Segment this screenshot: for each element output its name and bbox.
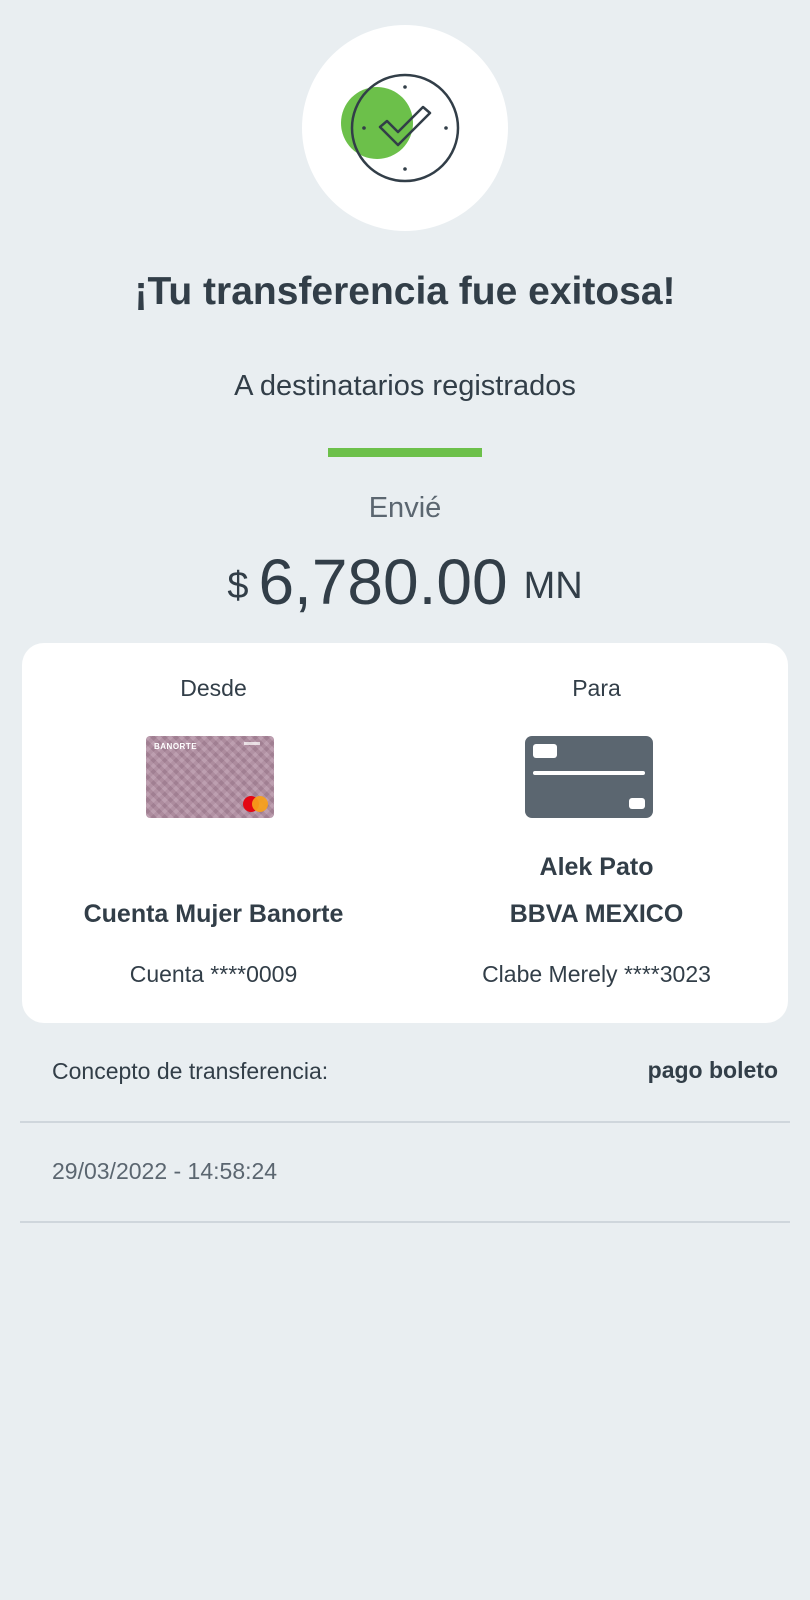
concept-row: Concepto de transferencia: pago boleto (20, 1023, 790, 1123)
transfer-datetime: 29/03/2022 - 14:58:24 (52, 1158, 278, 1184)
datetime-row: 29/03/2022 - 14:58:24 (20, 1123, 790, 1223)
banorte-card-icon: BANORTE (146, 736, 274, 818)
accent-divider (328, 448, 482, 457)
recipient-account-number: Clabe Merely ****3023 (482, 961, 711, 987)
success-check-clock-icon (341, 73, 460, 183)
to-label: Para (572, 675, 621, 701)
currency-code: MN (523, 565, 583, 607)
page-title: ¡Tu transferencia fue exitosa! (134, 270, 676, 313)
recipient-bank: BBVA MEXICO (509, 900, 684, 928)
to-column: Para Alek Pato BBVA MEXICO Clabe Merely … (405, 643, 788, 1023)
mastercard-orange-circle (252, 796, 268, 812)
concept-value: pago boleto (647, 1057, 778, 1083)
transfer-summary-card: Desde BANORTE Cuenta Mujer Banorte Cuent… (22, 643, 788, 1023)
currency-symbol: $ (227, 565, 249, 607)
generic-card-icon (525, 736, 653, 818)
from-account-name: Cuenta Mujer Banorte (83, 900, 344, 928)
success-badge (302, 25, 508, 231)
card-stripe-shape (533, 771, 645, 775)
card-brand: BANORTE (154, 742, 198, 751)
card-corner-shape (629, 798, 645, 809)
amount-value: 6,780.00 (258, 546, 508, 618)
page-subtitle: A destinatarios registrados (234, 370, 576, 402)
from-column: Desde BANORTE Cuenta Mujer Banorte Cuent… (22, 643, 405, 1023)
sent-label: Envié (368, 492, 442, 524)
from-label: Desde (180, 675, 247, 701)
amount-display: $6,780.00 MN (0, 545, 810, 619)
card-chip-shape (533, 744, 557, 758)
recipient-name: Alek Pato (539, 853, 654, 881)
from-account-number: Cuenta ****0009 (129, 961, 298, 987)
concept-label: Concepto de transferencia: (52, 1058, 329, 1084)
card-tag-mark (244, 742, 260, 745)
